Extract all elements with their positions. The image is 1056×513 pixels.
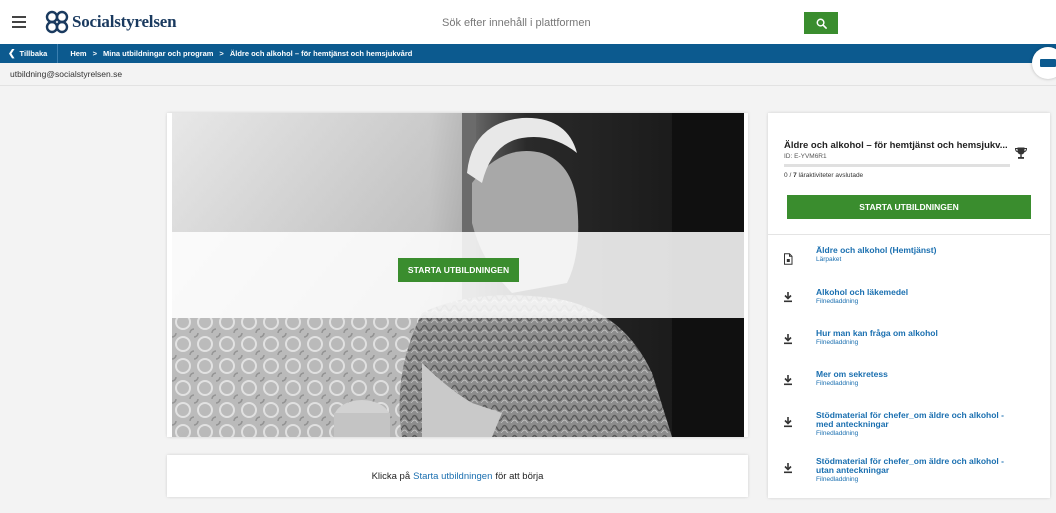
activity-item[interactable]: Äldre och alkohol (Hemtjänst) Lärpaket <box>768 243 1050 277</box>
activity-type: Filnedladdning <box>816 430 859 437</box>
divider <box>768 234 1050 235</box>
activity-type: Lärpaket <box>816 256 842 263</box>
progress-bar <box>784 164 1010 167</box>
logo[interactable]: Socialstyrelsen <box>44 9 177 35</box>
back-button[interactable]: ❮ Tillbaka <box>0 44 59 63</box>
activity-item[interactable]: Stödmaterial för chefer_om äldre och alk… <box>768 409 1050 449</box>
logo-mark-icon <box>45 10 69 34</box>
activity-title: Stödmaterial för chefer_om äldre och alk… <box>816 411 1026 429</box>
activity-title: Alkohol och läkemedel <box>816 287 909 297</box>
user-email: utbildning@socialstyrelsen.se <box>10 69 123 79</box>
activity-item[interactable]: Alkohol och läkemedel Filnedladdning <box>768 285 1050 319</box>
progress-total: 7 <box>793 172 797 179</box>
hint-start-link[interactable]: Starta utbildningen <box>413 471 492 482</box>
start-hint-card: Klicka på Starta utbildningen för att bö… <box>167 455 748 497</box>
breadcrumb-separator-icon: > <box>219 49 224 58</box>
search-bar <box>431 12 838 34</box>
progress-text: 0 / 7 läraktiviteter avslutade <box>784 172 863 179</box>
hint-prefix: Klicka på <box>371 470 411 482</box>
course-panel: Äldre och alkohol – för hemtjänst och he… <box>768 113 1050 498</box>
progress-separator: / <box>789 172 792 179</box>
activity-type: Filnedladdning <box>816 380 859 387</box>
progress-done: 0 <box>784 172 788 179</box>
breadcrumb-bar: ❮ Tillbaka Hem > Mina utbildningar och p… <box>0 44 1056 63</box>
download-icon <box>784 292 792 303</box>
activity-type: Filnedladdning <box>816 298 859 305</box>
download-icon <box>784 417 792 428</box>
activity-type: Filnedladdning <box>816 339 859 346</box>
download-icon <box>784 375 792 386</box>
document-icon <box>784 253 793 265</box>
breadcrumb-home[interactable]: Hem <box>70 49 86 58</box>
progress-suffix: läraktiviteter avslutade <box>798 172 864 179</box>
download-icon <box>784 334 792 345</box>
breadcrumb-separator-icon: > <box>92 49 97 58</box>
activity-item[interactable]: Hur man kan fråga om alkohol Filnedladdn… <box>768 326 1050 360</box>
download-icon <box>784 463 792 474</box>
course-id: ID: E-YVM6R1 <box>784 153 827 160</box>
activity-title: Mer om sekretess <box>816 369 888 379</box>
search-button[interactable] <box>804 12 838 34</box>
activity-title-line: utan anteckningar <box>816 465 890 475</box>
chevron-left-icon: ❮ <box>8 48 16 58</box>
course-hero-card: STARTA UTBILDNINGEN <box>167 113 748 437</box>
course-title: Äldre och alkohol – för hemtjänst och he… <box>784 140 1008 151</box>
divider <box>0 85 1056 86</box>
hamburger-icon[interactable] <box>12 16 26 28</box>
side-panel-toggle[interactable] <box>1032 47 1056 79</box>
panel-start-button[interactable]: STARTA UTBILDNINGEN <box>787 195 1031 219</box>
search-input[interactable] <box>431 12 804 34</box>
hero-start-button[interactable]: STARTA UTBILDNINGEN <box>398 258 519 282</box>
breadcrumb-current: Äldre och alkohol – för hemtjänst och he… <box>229 49 413 58</box>
activity-title-line: med anteckningar <box>816 419 889 429</box>
trophy-icon <box>1014 147 1028 159</box>
top-header: Socialstyrelsen <box>0 0 1056 44</box>
activity-item[interactable]: Stödmaterial för chefer_om äldre och alk… <box>768 455 1050 495</box>
breadcrumb: Hem > Mina utbildningar och program > Äl… <box>58 49 412 58</box>
activity-type: Filnedladdning <box>816 476 859 483</box>
breadcrumb-my-courses[interactable]: Mina utbildningar och program <box>103 49 213 58</box>
back-label: Tillbaka <box>19 49 48 58</box>
logo-text: Socialstyrelsen <box>72 12 177 31</box>
activity-title: Stödmaterial för chefer_om äldre och alk… <box>816 457 1026 475</box>
hint-suffix: för att börja <box>495 470 544 482</box>
activity-item[interactable]: Mer om sekretess Filnedladdning <box>768 367 1050 401</box>
activity-title: Hur man kan fråga om alkohol <box>816 328 938 338</box>
panel-toggle-icon <box>1040 59 1056 67</box>
search-icon <box>816 18 827 29</box>
activity-title: Äldre och alkohol (Hemtjänst) <box>816 245 937 255</box>
